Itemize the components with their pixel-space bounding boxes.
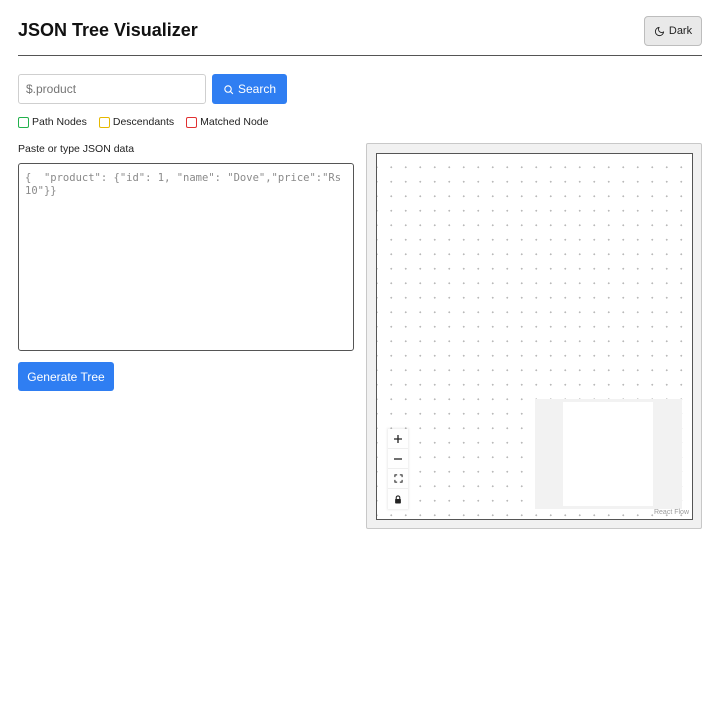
zoom-in-button[interactable] bbox=[388, 429, 408, 449]
page-title: JSON Tree Visualizer bbox=[18, 20, 198, 40]
app-header: JSON Tree Visualizer Dark bbox=[18, 14, 702, 56]
search-button[interactable]: Search bbox=[212, 74, 287, 104]
react-flow-canvas[interactable]: React Flow bbox=[376, 153, 693, 520]
legend: Path Nodes Descendants Matched Node bbox=[18, 116, 268, 128]
minimap[interactable] bbox=[535, 399, 682, 509]
legend-item-matched-node: Matched Node bbox=[186, 116, 268, 128]
json-input-label: Paste or type JSON data bbox=[18, 143, 135, 155]
generate-tree-button[interactable]: Generate Tree bbox=[18, 362, 114, 391]
minimap-viewport bbox=[563, 402, 653, 506]
legend-label: Matched Node bbox=[200, 116, 269, 128]
minus-icon bbox=[394, 457, 402, 460]
search-icon bbox=[224, 84, 234, 94]
search-button-label: Search bbox=[237, 82, 277, 96]
json-input-textarea[interactable] bbox=[18, 163, 354, 351]
moon-icon bbox=[654, 26, 664, 36]
legend-item-descendants: Descendants bbox=[98, 116, 175, 128]
dark-mode-toggle-button[interactable]: Dark bbox=[644, 16, 702, 46]
fit-view-button[interactable] bbox=[388, 469, 408, 489]
search-input[interactable] bbox=[18, 74, 206, 104]
path-nodes-swatch bbox=[18, 116, 29, 128]
lock-button[interactable] bbox=[388, 489, 408, 509]
theme-button-label: Dark bbox=[668, 25, 693, 37]
fit-view-icon bbox=[393, 474, 403, 483]
descendants-swatch bbox=[98, 116, 110, 128]
matched-node-swatch bbox=[186, 116, 198, 128]
legend-label: Descendants bbox=[112, 116, 175, 128]
legend-item-path-nodes: Path Nodes bbox=[18, 116, 87, 128]
react-flow-attribution[interactable]: React Flow bbox=[654, 509, 689, 516]
legend-label: Path Nodes bbox=[32, 116, 87, 128]
lock-icon bbox=[395, 494, 401, 503]
flow-controls bbox=[388, 429, 408, 509]
tree-panel: React Flow bbox=[366, 143, 702, 529]
plus-icon bbox=[394, 434, 402, 443]
zoom-out-button[interactable] bbox=[388, 449, 408, 469]
